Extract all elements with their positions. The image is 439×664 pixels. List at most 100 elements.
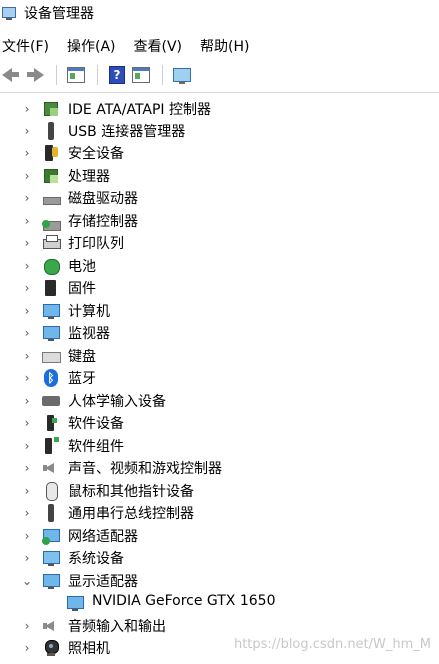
tree-item-ide[interactable]: › IDE ATA/ATAPI 控制器 [0, 98, 439, 120]
window-title: 设备管理器 [24, 6, 94, 22]
gpu-icon [66, 594, 84, 612]
tree-item-software-device[interactable]: › 软件设备 [0, 412, 439, 434]
mouse-icon [42, 482, 60, 501]
usb-controller-icon [42, 504, 60, 522]
chevron-right-icon[interactable]: › [22, 147, 32, 159]
chevron-right-icon[interactable]: › [22, 642, 32, 654]
chevron-right-icon[interactable]: › [22, 260, 32, 272]
tree-item-label: 照相机 [68, 641, 110, 657]
tree-item-label: 声音、视频和游戏控制器 [68, 461, 222, 477]
menu-action[interactable]: 操作(A) [59, 36, 126, 56]
chevron-right-icon[interactable]: › [22, 417, 32, 429]
properties-icon [67, 67, 85, 83]
tree-item-usb-controller[interactable]: › 通用串行总线控制器 [0, 502, 439, 524]
tree-item-network[interactable]: › 网络适配器 [0, 525, 439, 547]
chevron-right-icon[interactable]: › [22, 170, 32, 182]
tree-item-disk[interactable]: › 磁盘驱动器 [0, 187, 439, 209]
forward-button[interactable] [24, 64, 46, 86]
audio-io-icon [42, 617, 60, 635]
tree-item-hid[interactable]: › 人体学输入设备 [0, 390, 439, 412]
chevron-right-icon[interactable]: › [22, 125, 32, 137]
tree-item-label: 磁盘驱动器 [68, 191, 138, 207]
display-adapter-icon [42, 572, 60, 590]
tree-item-system[interactable]: › 系统设备 [0, 547, 439, 569]
chevron-right-icon[interactable]: › [22, 395, 32, 407]
tree-item-display-adapter[interactable]: ⌄ 显示适配器 [0, 570, 439, 592]
chevron-right-icon[interactable]: › [22, 552, 32, 564]
tree-item-processor[interactable]: › 处理器 [0, 165, 439, 187]
chevron-right-icon[interactable]: › [22, 327, 32, 339]
properties-button[interactable] [65, 64, 87, 86]
help-icon: ? [109, 66, 125, 84]
ide-controller-icon [42, 100, 60, 118]
chevron-right-icon[interactable]: › [22, 350, 32, 362]
chevron-down-icon[interactable]: ⌄ [22, 575, 32, 587]
tree-item-label: 软件组件 [68, 439, 124, 455]
scan-hardware-button[interactable] [171, 64, 193, 86]
title-bar: 设备管理器 [0, 0, 439, 26]
chevron-right-icon[interactable]: › [22, 507, 32, 519]
monitor-icon [42, 324, 60, 342]
tree-item-label: 计算机 [68, 304, 110, 320]
watermark: https://blog.csdn.net/W_hm_M [233, 637, 431, 652]
security-device-icon [42, 144, 60, 162]
tree-item-monitor[interactable]: › 监视器 [0, 322, 439, 344]
tree-item-computer[interactable]: › 计算机 [0, 300, 439, 322]
toolbar: ? [0, 62, 439, 88]
chevron-right-icon[interactable]: › [22, 462, 32, 474]
chevron-right-icon[interactable]: › [22, 215, 32, 227]
tree-item-mouse[interactable]: › 鼠标和其他指针设备 [0, 480, 439, 502]
scan-hardware-icon [173, 68, 191, 84]
tree-item-label: 固件 [68, 281, 96, 297]
chevron-right-icon[interactable]: › [22, 372, 32, 384]
menu-help[interactable]: 帮助(H) [192, 36, 259, 56]
tree-item-label: 显示适配器 [68, 574, 138, 590]
chevron-right-icon[interactable]: › [22, 237, 32, 249]
firmware-icon [42, 279, 60, 297]
menu-view[interactable]: 查看(V) [126, 36, 193, 56]
tree-item-label: 蓝牙 [68, 371, 96, 387]
tree-item-label: 通用串行总线控制器 [68, 506, 194, 522]
tree-item-label: 处理器 [68, 169, 110, 185]
disk-drive-icon [42, 189, 61, 207]
tree-item-label: 音频输入和输出 [68, 619, 166, 635]
software-device-icon [42, 414, 60, 432]
chevron-right-icon[interactable]: › [22, 440, 32, 452]
chevron-right-icon[interactable]: › [22, 620, 32, 632]
back-button[interactable] [0, 64, 22, 86]
tree-item-software-component[interactable]: › 软件组件 [0, 435, 439, 457]
tree-item-keyboard[interactable]: › 键盘 [0, 345, 439, 367]
sound-icon [42, 459, 60, 477]
usb-plug-icon [42, 122, 60, 140]
chevron-right-icon[interactable]: › [22, 192, 32, 204]
printer-icon [42, 234, 61, 252]
chevron-right-icon[interactable]: › [22, 530, 32, 542]
chevron-right-icon[interactable]: › [22, 485, 32, 497]
tree-item-label: 存储控制器 [68, 214, 138, 230]
tree-item-audio-io[interactable]: › 音频输入和输出 [0, 615, 439, 637]
tree-item-security[interactable]: › 安全设备 [0, 142, 439, 164]
update-driver-button[interactable] [130, 64, 152, 86]
storage-controller-icon [42, 212, 61, 231]
tree-item-gpu[interactable]: NVIDIA GeForce GTX 1650 [0, 592, 439, 614]
tree-item-storage[interactable]: › 存储控制器 [0, 210, 439, 232]
tree-item-label: USB 连接器管理器 [68, 124, 186, 140]
tree-item-label: 鼠标和其他指针设备 [68, 484, 194, 500]
chevron-right-icon[interactable]: › [22, 282, 32, 294]
chevron-right-icon[interactable]: › [22, 103, 32, 115]
tree-item-bluetooth[interactable]: › ᛒ 蓝牙 [0, 367, 439, 389]
help-button[interactable]: ? [106, 64, 128, 86]
tree-item-sound[interactable]: › 声音、视频和游戏控制器 [0, 457, 439, 479]
tree-item-battery[interactable]: › 电池 [0, 255, 439, 277]
tree-item-usb-connector[interactable]: › USB 连接器管理器 [0, 120, 439, 142]
menu-bar: 文件(F) 操作(A) 查看(V) 帮助(H) [0, 34, 439, 58]
tree-item-firmware[interactable]: › 固件 [0, 277, 439, 299]
chevron-right-icon[interactable]: › [22, 305, 32, 317]
tree-item-print-queue[interactable]: › 打印队列 [0, 232, 439, 254]
tree-item-label: NVIDIA GeForce GTX 1650 [92, 593, 276, 609]
tree-item-label: 安全设备 [68, 146, 124, 162]
tree-item-label: 电池 [68, 259, 96, 275]
menu-file[interactable]: 文件(F) [0, 36, 59, 56]
device-manager-icon [2, 5, 18, 21]
tree-item-label: 软件设备 [68, 416, 124, 432]
